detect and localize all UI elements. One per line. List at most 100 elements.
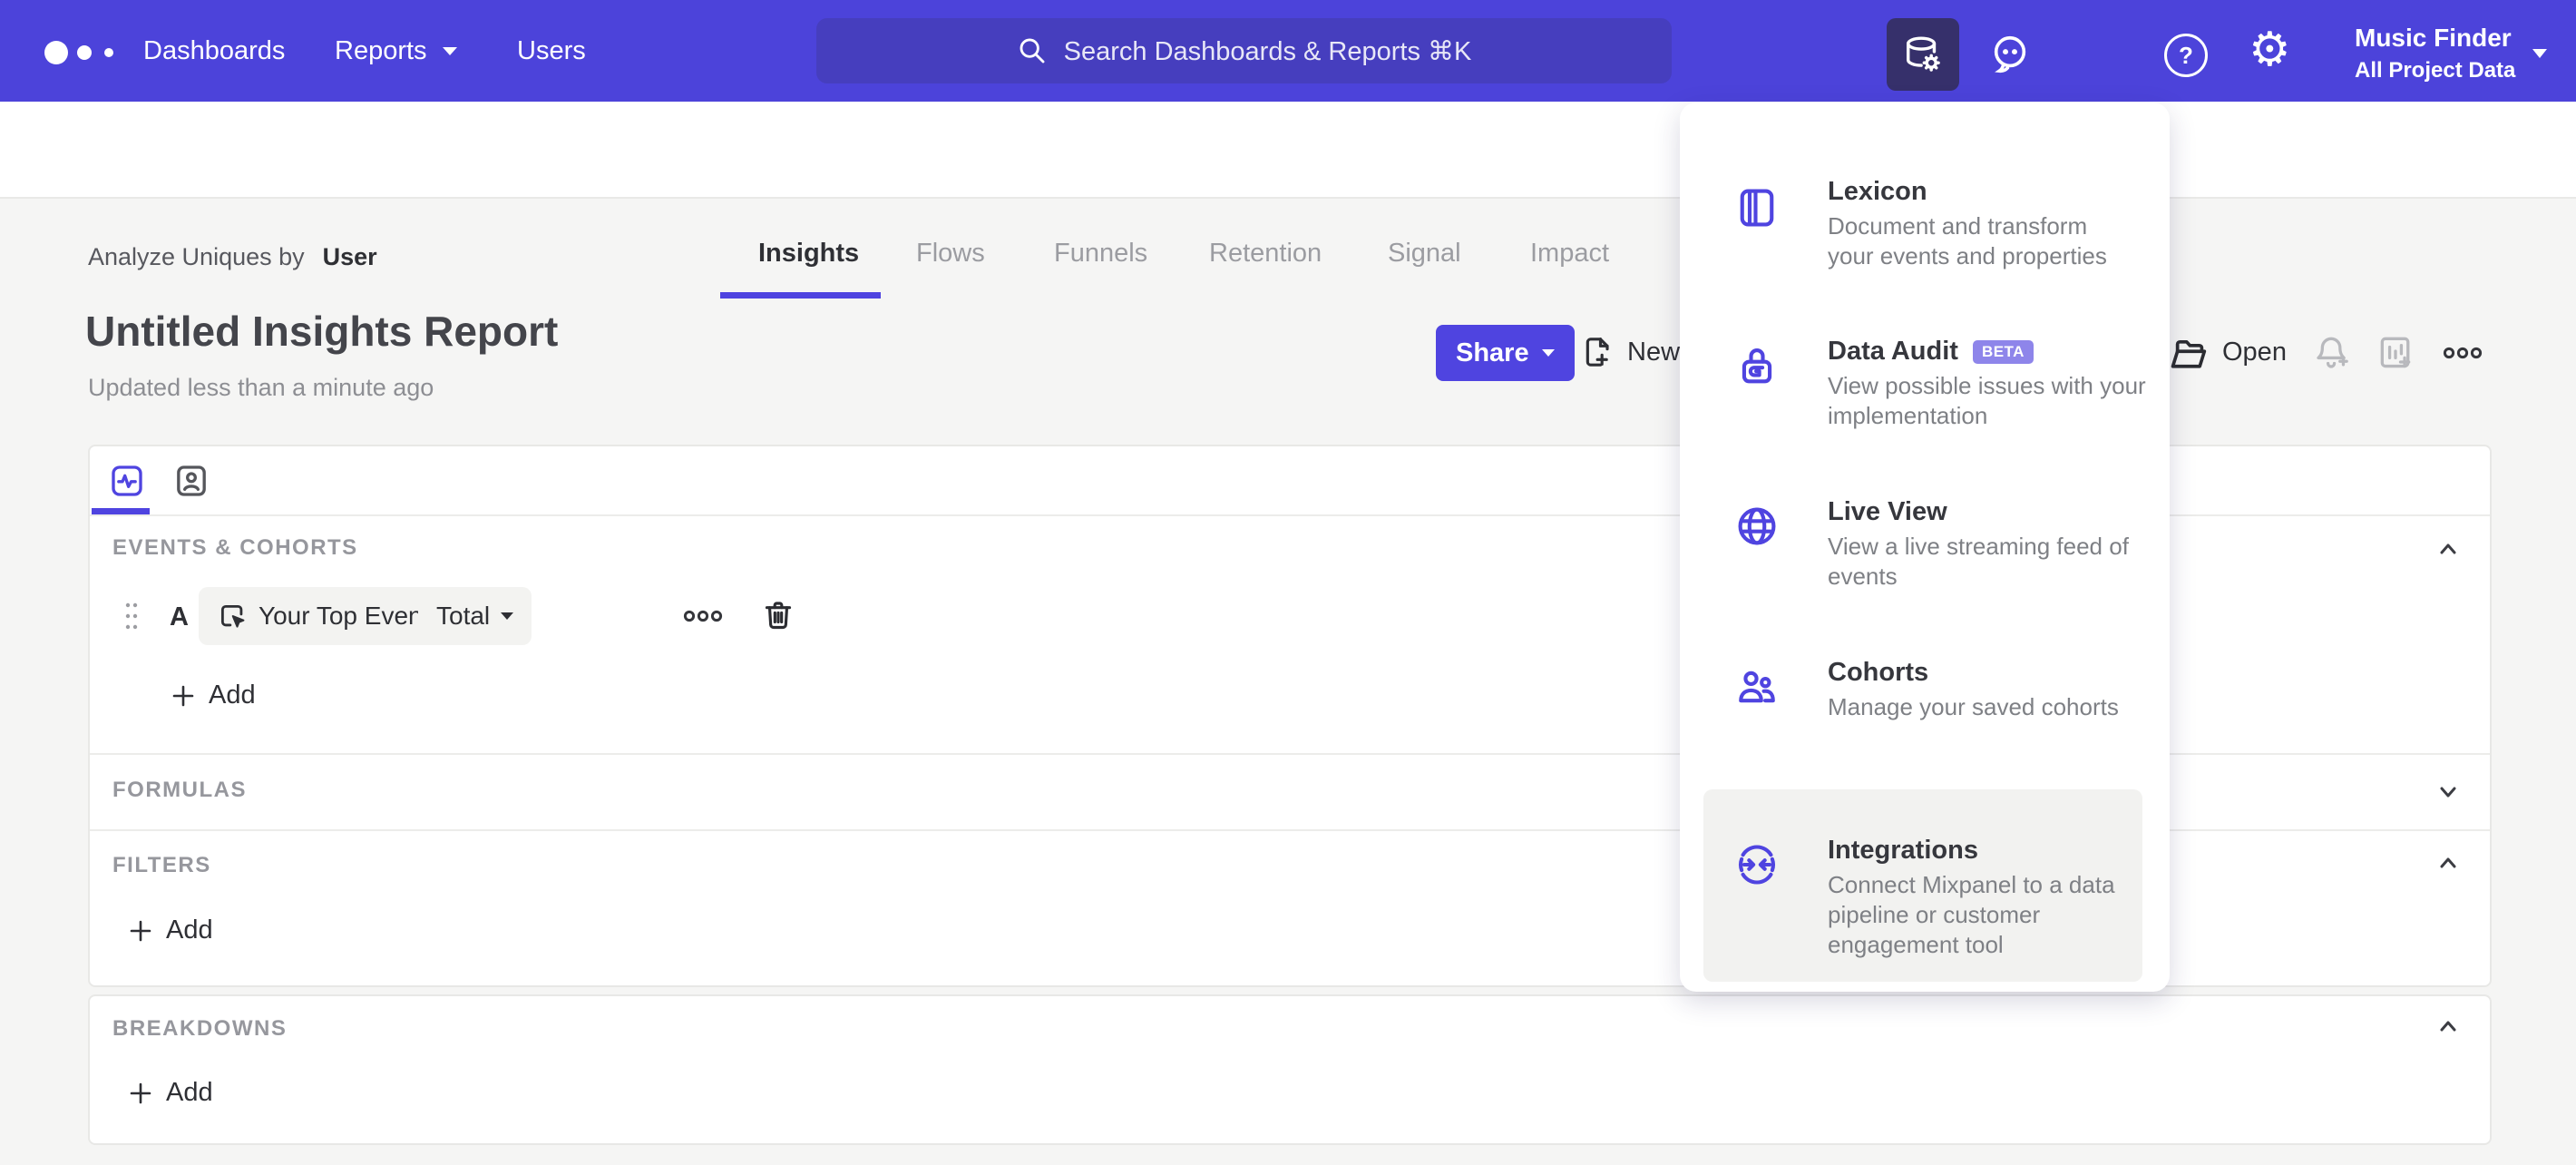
row-more-options-icon[interactable]	[683, 604, 723, 628]
gear-icon: ⚙	[2249, 24, 2291, 76]
add-event-button[interactable]: Add	[170, 680, 256, 710]
project-name: Music Finder	[2355, 24, 2512, 52]
add-breakdown-button[interactable]: Add	[127, 1078, 213, 1108]
desc-line: implementation	[1828, 402, 1988, 429]
search-placeholder: Search Dashboards & Reports ⌘K	[1063, 36, 1472, 66]
menu-item-desc: View possible issues with your implement…	[1828, 371, 2146, 431]
folder-open-icon[interactable]	[2168, 334, 2208, 374]
apps-grid-button[interactable]	[2079, 34, 2120, 74]
add-event-label: Add	[209, 680, 256, 710]
breakdowns-section-label: BREAKDOWNS	[112, 1016, 288, 1041]
menu-item-lexicon[interactable]: Lexicon	[1828, 177, 1927, 207]
tab-retention[interactable]: Retention	[1209, 238, 1322, 269]
desc-line: engagement tool	[1828, 931, 2004, 958]
add-to-board-icon[interactable]	[2376, 332, 2415, 372]
settings-button[interactable]: ⚙	[2249, 26, 2291, 73]
delete-row-trash-icon[interactable]	[760, 597, 796, 633]
menu-item-title: Data Audit	[1828, 337, 1958, 366]
chat-bubble-icon	[1994, 35, 2026, 73]
project-switcher[interactable]: Music Finder All Project Data	[2355, 24, 2515, 83]
nav-item-dashboards[interactable]: Dashboards	[143, 36, 285, 65]
search-icon	[1020, 38, 1045, 64]
new-button[interactable]: New	[1627, 338, 1680, 367]
collapse-events-chevron-up-icon[interactable]	[2435, 537, 2461, 563]
menu-item-desc: Connect Mixpanel to a data pipeline or c…	[1828, 870, 2115, 960]
tab-impact[interactable]: Impact	[1530, 238, 1609, 269]
data-management-button[interactable]	[1887, 18, 1959, 91]
menu-item-desc: View a live streaming feed of events	[1828, 532, 2129, 592]
page-title[interactable]: Untitled Insights Report	[85, 307, 558, 356]
bell-plus-icon[interactable]	[2312, 332, 2352, 372]
globe-icon	[1738, 507, 1776, 545]
user-profiles-tab-icon[interactable]	[173, 463, 210, 499]
menu-item-title: Cohorts	[1828, 658, 1929, 687]
search-input[interactable]: Search Dashboards & Reports ⌘K	[816, 18, 1672, 83]
events-section-label: EVENTS & COHORTS	[112, 535, 358, 560]
menu-item-data-audit[interactable]: Data Audit BETA	[1828, 337, 2034, 367]
add-filter-button[interactable]: Add	[127, 915, 213, 945]
breakdowns-card: BREAKDOWNS Add	[88, 994, 2492, 1145]
mixpanel-logo[interactable]	[44, 38, 134, 67]
expand-formulas-chevron-down-icon[interactable]	[2435, 778, 2461, 804]
menu-item-cohorts[interactable]: Cohorts	[1828, 658, 1928, 688]
tab-funnels[interactable]: Funnels	[1054, 238, 1147, 269]
tab-signal[interactable]: Signal	[1388, 238, 1461, 269]
tab-insights[interactable]: Insights	[758, 238, 859, 269]
add-breakdown-label: Add	[166, 1078, 213, 1107]
menu-item-integrations[interactable]: Integrations	[1828, 836, 1978, 866]
database-gear-icon	[1906, 36, 1940, 72]
people-icon	[1739, 671, 1775, 703]
active-builder-tab-underline	[92, 508, 150, 514]
menu-item-desc: Document and transform your events and p…	[1828, 211, 2107, 271]
open-button[interactable]: Open	[2222, 338, 2287, 367]
collapse-breakdowns-chevron-up-icon[interactable]	[2435, 1014, 2461, 1040]
plus-icon	[172, 685, 194, 706]
sync-arrows-icon	[1738, 845, 1776, 885]
question-mark-icon: ?	[2164, 34, 2208, 77]
formulas-section-label: FORMULAS	[112, 778, 247, 802]
lock-icon	[1742, 348, 1772, 384]
breadcrumb-value-user[interactable]: User	[323, 243, 377, 271]
share-label: Share	[1456, 338, 1529, 367]
data-management-menu: Lexicon Document and transform your even…	[1680, 103, 2170, 992]
menu-item-live-view[interactable]: Live View	[1828, 497, 1947, 527]
metric-dropdown[interactable]: Total	[418, 587, 532, 645]
more-options-icon[interactable]	[2443, 341, 2483, 365]
active-tab-underline	[720, 292, 881, 299]
menu-item-title: Lexicon	[1828, 177, 1927, 206]
cohorts-icon	[1725, 663, 1789, 710]
add-filter-label: Add	[166, 915, 213, 945]
plus-icon	[130, 1082, 151, 1103]
event-cursor-icon	[220, 604, 245, 628]
nav-item-reports[interactable]: Reports	[335, 36, 427, 65]
metric-value: Total	[436, 602, 491, 630]
feedback-button[interactable]	[1989, 33, 2031, 74]
chevron-down-icon	[1541, 349, 1555, 357]
desc-line: Connect Mixpanel to a data	[1828, 871, 2115, 898]
share-button[interactable]: Share	[1436, 325, 1575, 381]
integrations-icon	[1725, 841, 1789, 888]
desc-line: Document and transform	[1828, 212, 2088, 240]
desc-line: pipeline or customer	[1828, 901, 2041, 928]
project-scope: All Project Data	[2355, 58, 2516, 83]
live-view-icon	[1725, 503, 1789, 550]
tab-flows[interactable]: Flows	[916, 238, 985, 269]
collapse-filters-chevron-up-icon[interactable]	[2435, 851, 2461, 876]
desc-line: events	[1828, 563, 1898, 590]
desc-line: View a live streaming feed of	[1828, 533, 2129, 560]
new-report-icon[interactable]	[1580, 334, 1616, 370]
nav-item-users[interactable]: Users	[517, 36, 586, 65]
breadcrumb-prefix: Analyze Uniques by	[88, 243, 305, 270]
menu-item-title: Integrations	[1828, 836, 1978, 865]
breadcrumb: Analyze Uniques by User	[88, 243, 377, 271]
desc-line: View possible issues with your	[1828, 372, 2146, 399]
updated-status: Updated less than a minute ago	[88, 374, 434, 401]
chevron-down-icon	[443, 47, 457, 55]
chevron-down-icon	[501, 612, 514, 620]
drag-handle-icon[interactable]	[124, 598, 139, 634]
top-nav: Dashboards Reports Users Search Dashboar…	[0, 0, 2576, 102]
book-icon	[1740, 189, 1774, 227]
help-button[interactable]: ?	[2164, 34, 2208, 77]
filters-section-label: FILTERS	[112, 853, 211, 877]
events-tab-icon[interactable]	[109, 463, 145, 499]
